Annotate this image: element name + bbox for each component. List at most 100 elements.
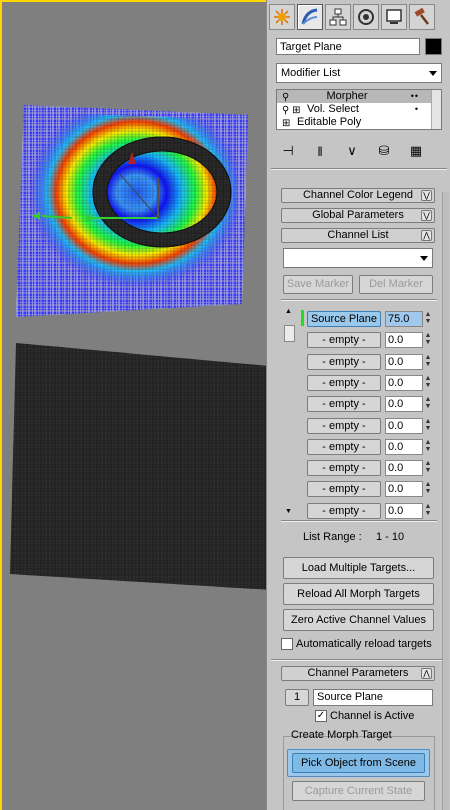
list-range: List Range : 1 - 10 bbox=[281, 528, 435, 546]
target-plane-mesh[interactable] bbox=[16, 105, 248, 317]
separator bbox=[271, 168, 447, 170]
spinner-arrows-icon[interactable]: ▲ ▼ bbox=[423, 439, 433, 455]
viewport-scene[interactable] bbox=[2, 2, 266, 810]
channel-value-spinner[interactable]: 0.0 bbox=[385, 332, 423, 348]
channel-button[interactable]: - empty - bbox=[307, 396, 381, 412]
scroll-up-arrow-icon[interactable]: ▲ bbox=[285, 308, 292, 315]
separator bbox=[281, 520, 437, 522]
spinner-arrows-icon[interactable]: ▲ ▼ bbox=[423, 418, 433, 434]
stack-scrollbar[interactable] bbox=[431, 90, 441, 129]
modifier-list-dropdown[interactable]: Modifier List bbox=[276, 63, 442, 83]
remove-modifier-icon[interactable]: ⛁ bbox=[374, 142, 394, 160]
source-plane-mesh[interactable] bbox=[10, 343, 266, 590]
configure-modifier-sets-icon[interactable]: ▦ bbox=[406, 142, 426, 160]
channel-active-checkbox[interactable]: ✓ bbox=[315, 710, 327, 722]
spinner-arrows-icon[interactable]: ▲ ▼ bbox=[423, 354, 433, 370]
rollout-channel-list[interactable]: Channel List ⋀ bbox=[281, 228, 435, 243]
display-tab[interactable] bbox=[381, 4, 407, 30]
channel-value-spinner[interactable]: 75.0 bbox=[385, 311, 423, 327]
pick-object-from-scene-button[interactable]: Pick Object from Scene bbox=[292, 753, 425, 773]
stack-item-vol-select[interactable]: ⚲ ⊞ Vol. Select • bbox=[277, 103, 441, 116]
zero-active-channel-values-button[interactable]: Zero Active Channel Values bbox=[283, 609, 434, 631]
del-marker-button[interactable]: Del Marker bbox=[359, 275, 433, 294]
channel-button[interactable]: - empty - bbox=[307, 332, 381, 348]
load-multiple-targets-button[interactable]: Load Multiple Targets... bbox=[283, 557, 434, 579]
channel-active-label: Channel is Active bbox=[330, 710, 415, 722]
motion-circle-icon bbox=[358, 9, 374, 25]
channel-button[interactable]: Source Plane bbox=[307, 311, 381, 327]
channel-number-button[interactable]: 1 bbox=[285, 689, 309, 706]
channel-button[interactable]: - empty - bbox=[307, 481, 381, 497]
dots-icon: • bbox=[414, 104, 419, 114]
stack-toolbar: ⊣ ‖ ∨ ⛁ ▦ bbox=[276, 140, 442, 162]
chevron-down-icon bbox=[429, 71, 437, 76]
chevron-double-down-icon: ⋁ bbox=[421, 210, 432, 221]
plus-icon[interactable]: ⊞ bbox=[282, 117, 290, 129]
rollout-title: Global Parameters bbox=[312, 209, 404, 221]
modifier-list-label: Modifier List bbox=[281, 67, 341, 79]
stack-item-editable-poly[interactable]: ⊞ Editable Poly bbox=[277, 116, 441, 129]
spinner-arrows-icon[interactable]: ▲ ▼ bbox=[423, 396, 433, 412]
channel-value-spinner[interactable]: 0.0 bbox=[385, 439, 423, 455]
make-unique-icon[interactable]: ∨ bbox=[342, 142, 362, 160]
reload-all-morph-targets-button[interactable]: Reload All Morph Targets bbox=[283, 583, 434, 605]
spinner-arrows-icon[interactable]: ▲ ▼ bbox=[423, 503, 433, 519]
channel-button[interactable]: - empty - bbox=[307, 418, 381, 434]
save-marker-button[interactable]: Save Marker bbox=[283, 275, 353, 294]
stack-item-label: Morpher bbox=[326, 90, 368, 102]
stack-item-label: Vol. Select bbox=[307, 103, 359, 115]
rollout-global-parameters[interactable]: Global Parameters ⋁ bbox=[281, 208, 435, 223]
capture-current-state-button[interactable]: Capture Current State bbox=[292, 781, 425, 801]
channel-value-spinner[interactable]: 0.0 bbox=[385, 396, 423, 412]
separator bbox=[271, 659, 447, 661]
auto-reload-targets-option[interactable]: Automatically reload targets bbox=[281, 638, 432, 650]
channel-value-spinner[interactable]: 0.0 bbox=[385, 418, 423, 434]
modify-bend-icon bbox=[301, 8, 318, 25]
panel-scrollbar[interactable] bbox=[442, 192, 449, 810]
spinner-arrows-icon[interactable]: ▲ ▼ bbox=[423, 460, 433, 476]
motion-tab[interactable] bbox=[353, 4, 379, 30]
create-tab[interactable] bbox=[269, 4, 295, 30]
channel-button[interactable]: - empty - bbox=[307, 375, 381, 391]
spinner-arrows-icon[interactable]: ▲ ▼ bbox=[423, 332, 433, 348]
channel-name-field[interactable]: Source Plane bbox=[313, 689, 433, 706]
channel-value-spinner[interactable]: 0.0 bbox=[385, 375, 423, 391]
channel-is-active-option[interactable]: ✓ Channel is Active bbox=[315, 710, 414, 722]
modifier-stack[interactable]: ⚲ Morpher •• ⚲ ⊞ Vol. Select • ⊞ Editabl… bbox=[276, 89, 442, 130]
channel-active-indicator bbox=[301, 310, 304, 326]
channel-button[interactable]: - empty - bbox=[307, 460, 381, 476]
spinner-arrows-icon[interactable]: ▲ ▼ bbox=[423, 311, 433, 327]
object-name-field[interactable]: Target Plane bbox=[276, 38, 420, 55]
channel-value-spinner[interactable]: 0.0 bbox=[385, 503, 423, 519]
object-color-swatch[interactable] bbox=[425, 38, 442, 55]
channel-button[interactable]: - empty - bbox=[307, 439, 381, 455]
command-panel-tabs bbox=[269, 4, 435, 32]
scroll-down-arrow-icon[interactable]: ▼ bbox=[285, 508, 292, 515]
channel-value-spinner[interactable]: 0.0 bbox=[385, 354, 423, 370]
spinner-arrows-icon[interactable]: ▲ ▼ bbox=[423, 375, 433, 391]
stack-item-morpher[interactable]: ⚲ Morpher •• bbox=[277, 90, 441, 103]
stack-item-label: Editable Poly bbox=[297, 116, 362, 128]
channel-value-spinner[interactable]: 0.0 bbox=[385, 481, 423, 497]
channel-value-spinner[interactable]: 0.0 bbox=[385, 460, 423, 476]
chevron-down-icon bbox=[420, 256, 428, 261]
channel-button[interactable]: - empty - bbox=[307, 354, 381, 370]
pin-stack-icon[interactable]: ⊣ bbox=[278, 142, 298, 160]
chevron-double-up-icon: ⋀ bbox=[421, 230, 432, 241]
utilities-tab[interactable] bbox=[409, 4, 435, 30]
auto-reload-checkbox[interactable] bbox=[281, 638, 293, 650]
hierarchy-tab[interactable] bbox=[325, 4, 351, 30]
rollout-channel-parameters[interactable]: Channel Parameters ⋀ bbox=[281, 666, 435, 681]
channel-button[interactable]: - empty - bbox=[307, 503, 381, 519]
show-end-result-icon[interactable]: ‖ bbox=[310, 142, 330, 160]
marker-dropdown[interactable] bbox=[283, 248, 433, 268]
modify-tab[interactable] bbox=[297, 4, 323, 30]
display-monitor-icon bbox=[386, 9, 402, 24]
scroll-thumb[interactable] bbox=[284, 325, 295, 342]
channel-list-scrollbar[interactable]: ▲ ▼ bbox=[282, 306, 296, 517]
viewport[interactable] bbox=[0, 0, 266, 810]
list-range-value: 1 - 10 bbox=[376, 531, 405, 543]
create-morph-target-label: Create Morph Target bbox=[291, 729, 392, 741]
rollout-channel-color-legend[interactable]: Channel Color Legend ⋁ bbox=[281, 188, 435, 203]
spinner-arrows-icon[interactable]: ▲ ▼ bbox=[423, 481, 433, 497]
